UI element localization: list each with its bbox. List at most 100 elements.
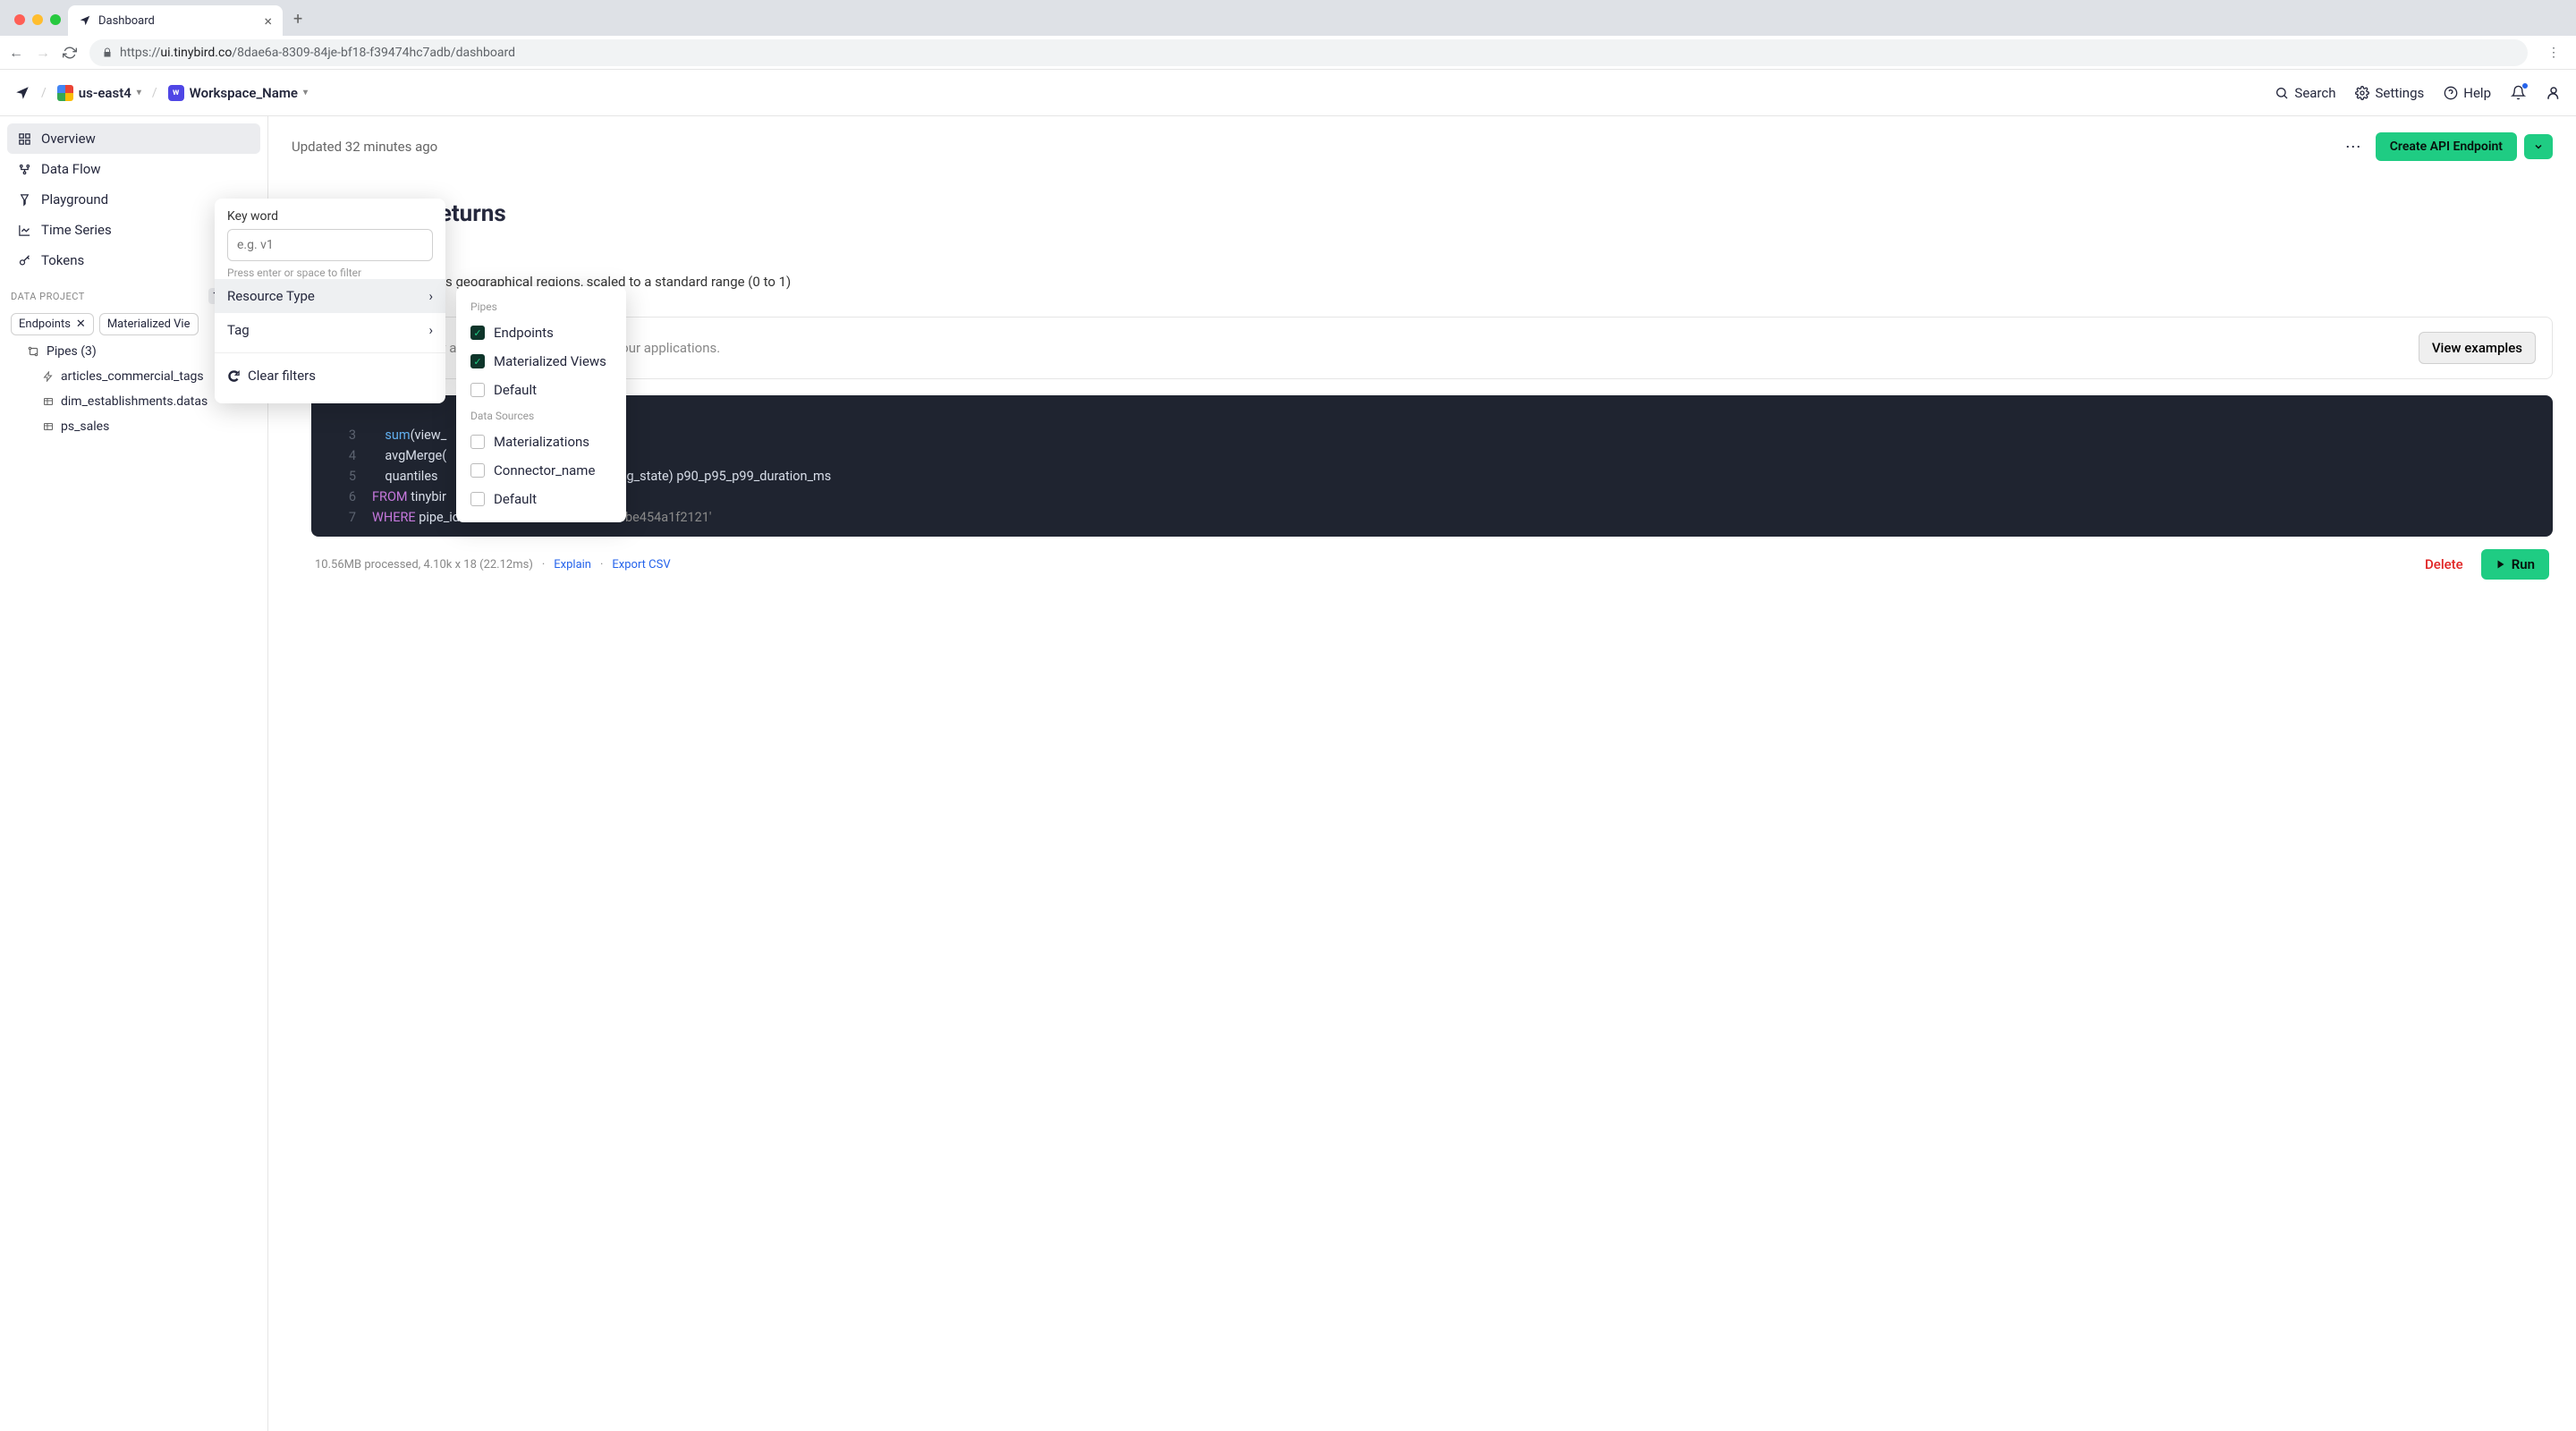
user-avatar-icon[interactable] bbox=[2546, 85, 2562, 101]
table-icon bbox=[43, 396, 54, 407]
submenu-opt-connector[interactable]: Connector_name bbox=[456, 456, 626, 485]
workspace-badge-icon: w bbox=[168, 85, 184, 101]
app-logo-icon[interactable] bbox=[14, 85, 30, 101]
row-label: Tag bbox=[227, 322, 250, 338]
submenu-opt-default-ds[interactable]: Default bbox=[456, 485, 626, 513]
sidebar-item-label: Data Flow bbox=[41, 161, 101, 177]
divider bbox=[215, 352, 445, 353]
keyword-hint: Press enter or space to filter bbox=[227, 267, 433, 279]
delete-button[interactable]: Delete bbox=[2416, 551, 2472, 578]
updated-label: Updated 32 minutes ago bbox=[292, 139, 437, 155]
window-close-icon[interactable] bbox=[14, 14, 25, 25]
browser-menu-icon[interactable]: ⋮ bbox=[2540, 46, 2567, 60]
window-zoom-icon[interactable] bbox=[50, 14, 61, 25]
window-minimize-icon[interactable] bbox=[32, 14, 43, 25]
checkbox-icon[interactable] bbox=[470, 492, 485, 506]
nav-reload-icon[interactable] bbox=[63, 46, 77, 60]
pipe-description[interactable]: Sales data from various geographical reg… bbox=[311, 274, 2553, 290]
pipe-icon bbox=[27, 345, 39, 358]
pipe-title: product_returns bbox=[311, 200, 2553, 227]
chip-materialized[interactable]: Materialized Vie bbox=[99, 313, 199, 335]
chevron-right-icon: › bbox=[428, 322, 433, 338]
tab-close-icon[interactable]: × bbox=[264, 13, 272, 30]
refresh-icon bbox=[227, 369, 241, 383]
pipe-name: articles_commercial_tags bbox=[61, 369, 204, 384]
tab-favicon-icon bbox=[79, 14, 91, 27]
params-banner: Control dynamically any value of the que… bbox=[311, 317, 2553, 379]
submenu-group-pipes: Pipes bbox=[456, 295, 626, 318]
checkbox-icon[interactable] bbox=[470, 383, 485, 397]
create-api-dropdown[interactable] bbox=[2524, 134, 2553, 159]
filter-tag[interactable]: Tag › bbox=[215, 313, 445, 347]
create-api-label: Create API Endpoint bbox=[2390, 140, 2503, 154]
new-tab-button[interactable]: + bbox=[283, 10, 313, 36]
create-api-button[interactable]: Create API Endpoint bbox=[2376, 132, 2517, 161]
settings-button[interactable]: Settings bbox=[2355, 85, 2424, 101]
sidebar-item-dataflow[interactable]: Data Flow bbox=[7, 154, 260, 184]
browser-tab[interactable]: Dashboard × bbox=[68, 5, 283, 36]
clear-filters-button[interactable]: Clear filters bbox=[215, 359, 445, 393]
chip-label: Materialized Vie bbox=[107, 318, 191, 331]
pipe-item[interactable]: ps_sales bbox=[7, 414, 260, 439]
filter-popover: Key word Press enter or space to filter … bbox=[215, 199, 445, 403]
opt-label: Endpoints bbox=[494, 325, 554, 341]
checkbox-checked-icon[interactable]: ✓ bbox=[470, 326, 485, 340]
region-label: us-east4 bbox=[79, 85, 131, 101]
submenu-opt-matviews[interactable]: ✓ Materialized Views bbox=[456, 347, 626, 376]
flow-icon bbox=[16, 163, 32, 176]
help-button[interactable]: Help bbox=[2444, 85, 2491, 101]
keyword-input[interactable] bbox=[227, 229, 433, 261]
sidebar-item-label: Overview bbox=[41, 131, 96, 147]
chevron-right-icon: › bbox=[428, 288, 433, 304]
sidebar-item-label: Playground bbox=[41, 191, 108, 207]
workspace-selector[interactable]: w Workspace_Name ▾ bbox=[168, 85, 308, 101]
settings-label: Settings bbox=[2375, 85, 2424, 101]
breadcrumb-sep: / bbox=[152, 86, 157, 100]
sidebar-item-overview[interactable]: Overview bbox=[7, 123, 260, 154]
checkbox-icon[interactable] bbox=[470, 435, 485, 449]
more-menu-icon[interactable]: ⋯ bbox=[2338, 138, 2368, 157]
sidebar-item-label: Time Series bbox=[41, 222, 112, 238]
sql-editor[interactable]: normalized 3 sum(view_ 4 avgMerge( vg_du… bbox=[311, 395, 2553, 537]
address-bar[interactable]: https://ui.tinybird.co/8dae6a-8309-84je-… bbox=[89, 39, 2528, 66]
chip-remove-icon[interactable]: ✕ bbox=[76, 318, 86, 331]
window-controls bbox=[11, 14, 68, 36]
explain-link[interactable]: Explain bbox=[554, 558, 591, 572]
tab-title: Dashboard bbox=[98, 14, 155, 28]
view-examples-button[interactable]: View examples bbox=[2419, 332, 2536, 364]
notifications-icon[interactable] bbox=[2511, 85, 2526, 100]
query-stats: 10.56MB processed, 4.10k x 18 (22.12ms) bbox=[315, 558, 533, 572]
editor-footer: 10.56MB processed, 4.10k x 18 (22.12ms) … bbox=[311, 537, 2553, 592]
table-icon bbox=[43, 421, 54, 432]
clear-label: Clear filters bbox=[248, 368, 316, 384]
submenu-opt-materializations[interactable]: Materializations bbox=[456, 428, 626, 456]
opt-label: Default bbox=[494, 491, 537, 507]
run-button[interactable]: Run bbox=[2481, 549, 2549, 580]
key-icon bbox=[16, 254, 32, 267]
breadcrumb-sep: / bbox=[41, 86, 47, 100]
submenu-opt-endpoints[interactable]: ✓ Endpoints bbox=[456, 318, 626, 347]
search-button[interactable]: Search bbox=[2275, 85, 2335, 101]
checkbox-icon[interactable] bbox=[470, 463, 485, 478]
pipe-name: ps_sales bbox=[61, 419, 109, 434]
chevron-down-icon: ▾ bbox=[303, 88, 308, 97]
submenu-opt-default-pipes[interactable]: Default bbox=[456, 376, 626, 404]
row-label: Resource Type bbox=[227, 288, 315, 304]
search-label: Search bbox=[2294, 85, 2335, 101]
nav-back-icon[interactable]: ← bbox=[9, 44, 23, 62]
chip-endpoints[interactable]: Endpoints ✕ bbox=[11, 313, 94, 335]
playground-icon bbox=[16, 193, 32, 207]
chart-icon bbox=[16, 224, 32, 237]
region-selector[interactable]: us-east4 ▾ bbox=[57, 85, 141, 101]
resource-type-submenu: Pipes ✓ Endpoints ✓ Materialized Views D… bbox=[456, 286, 626, 522]
browser-toolbar: ← → https://ui.tinybird.co/8dae6a-8309-8… bbox=[0, 36, 2576, 70]
submenu-group-datasources: Data Sources bbox=[456, 404, 626, 428]
browser-tab-strip: Dashboard × + bbox=[0, 0, 2576, 36]
sidebar-item-label: Tokens bbox=[41, 252, 84, 268]
nav-forward-icon[interactable]: → bbox=[36, 44, 50, 62]
export-csv-link[interactable]: Export CSV bbox=[612, 558, 670, 572]
checkbox-checked-icon[interactable]: ✓ bbox=[470, 354, 485, 368]
chip-label: Endpoints bbox=[19, 318, 71, 331]
pipe-name: dim_establishments.datas bbox=[61, 394, 208, 409]
filter-resource-type[interactable]: Resource Type › bbox=[215, 279, 445, 313]
